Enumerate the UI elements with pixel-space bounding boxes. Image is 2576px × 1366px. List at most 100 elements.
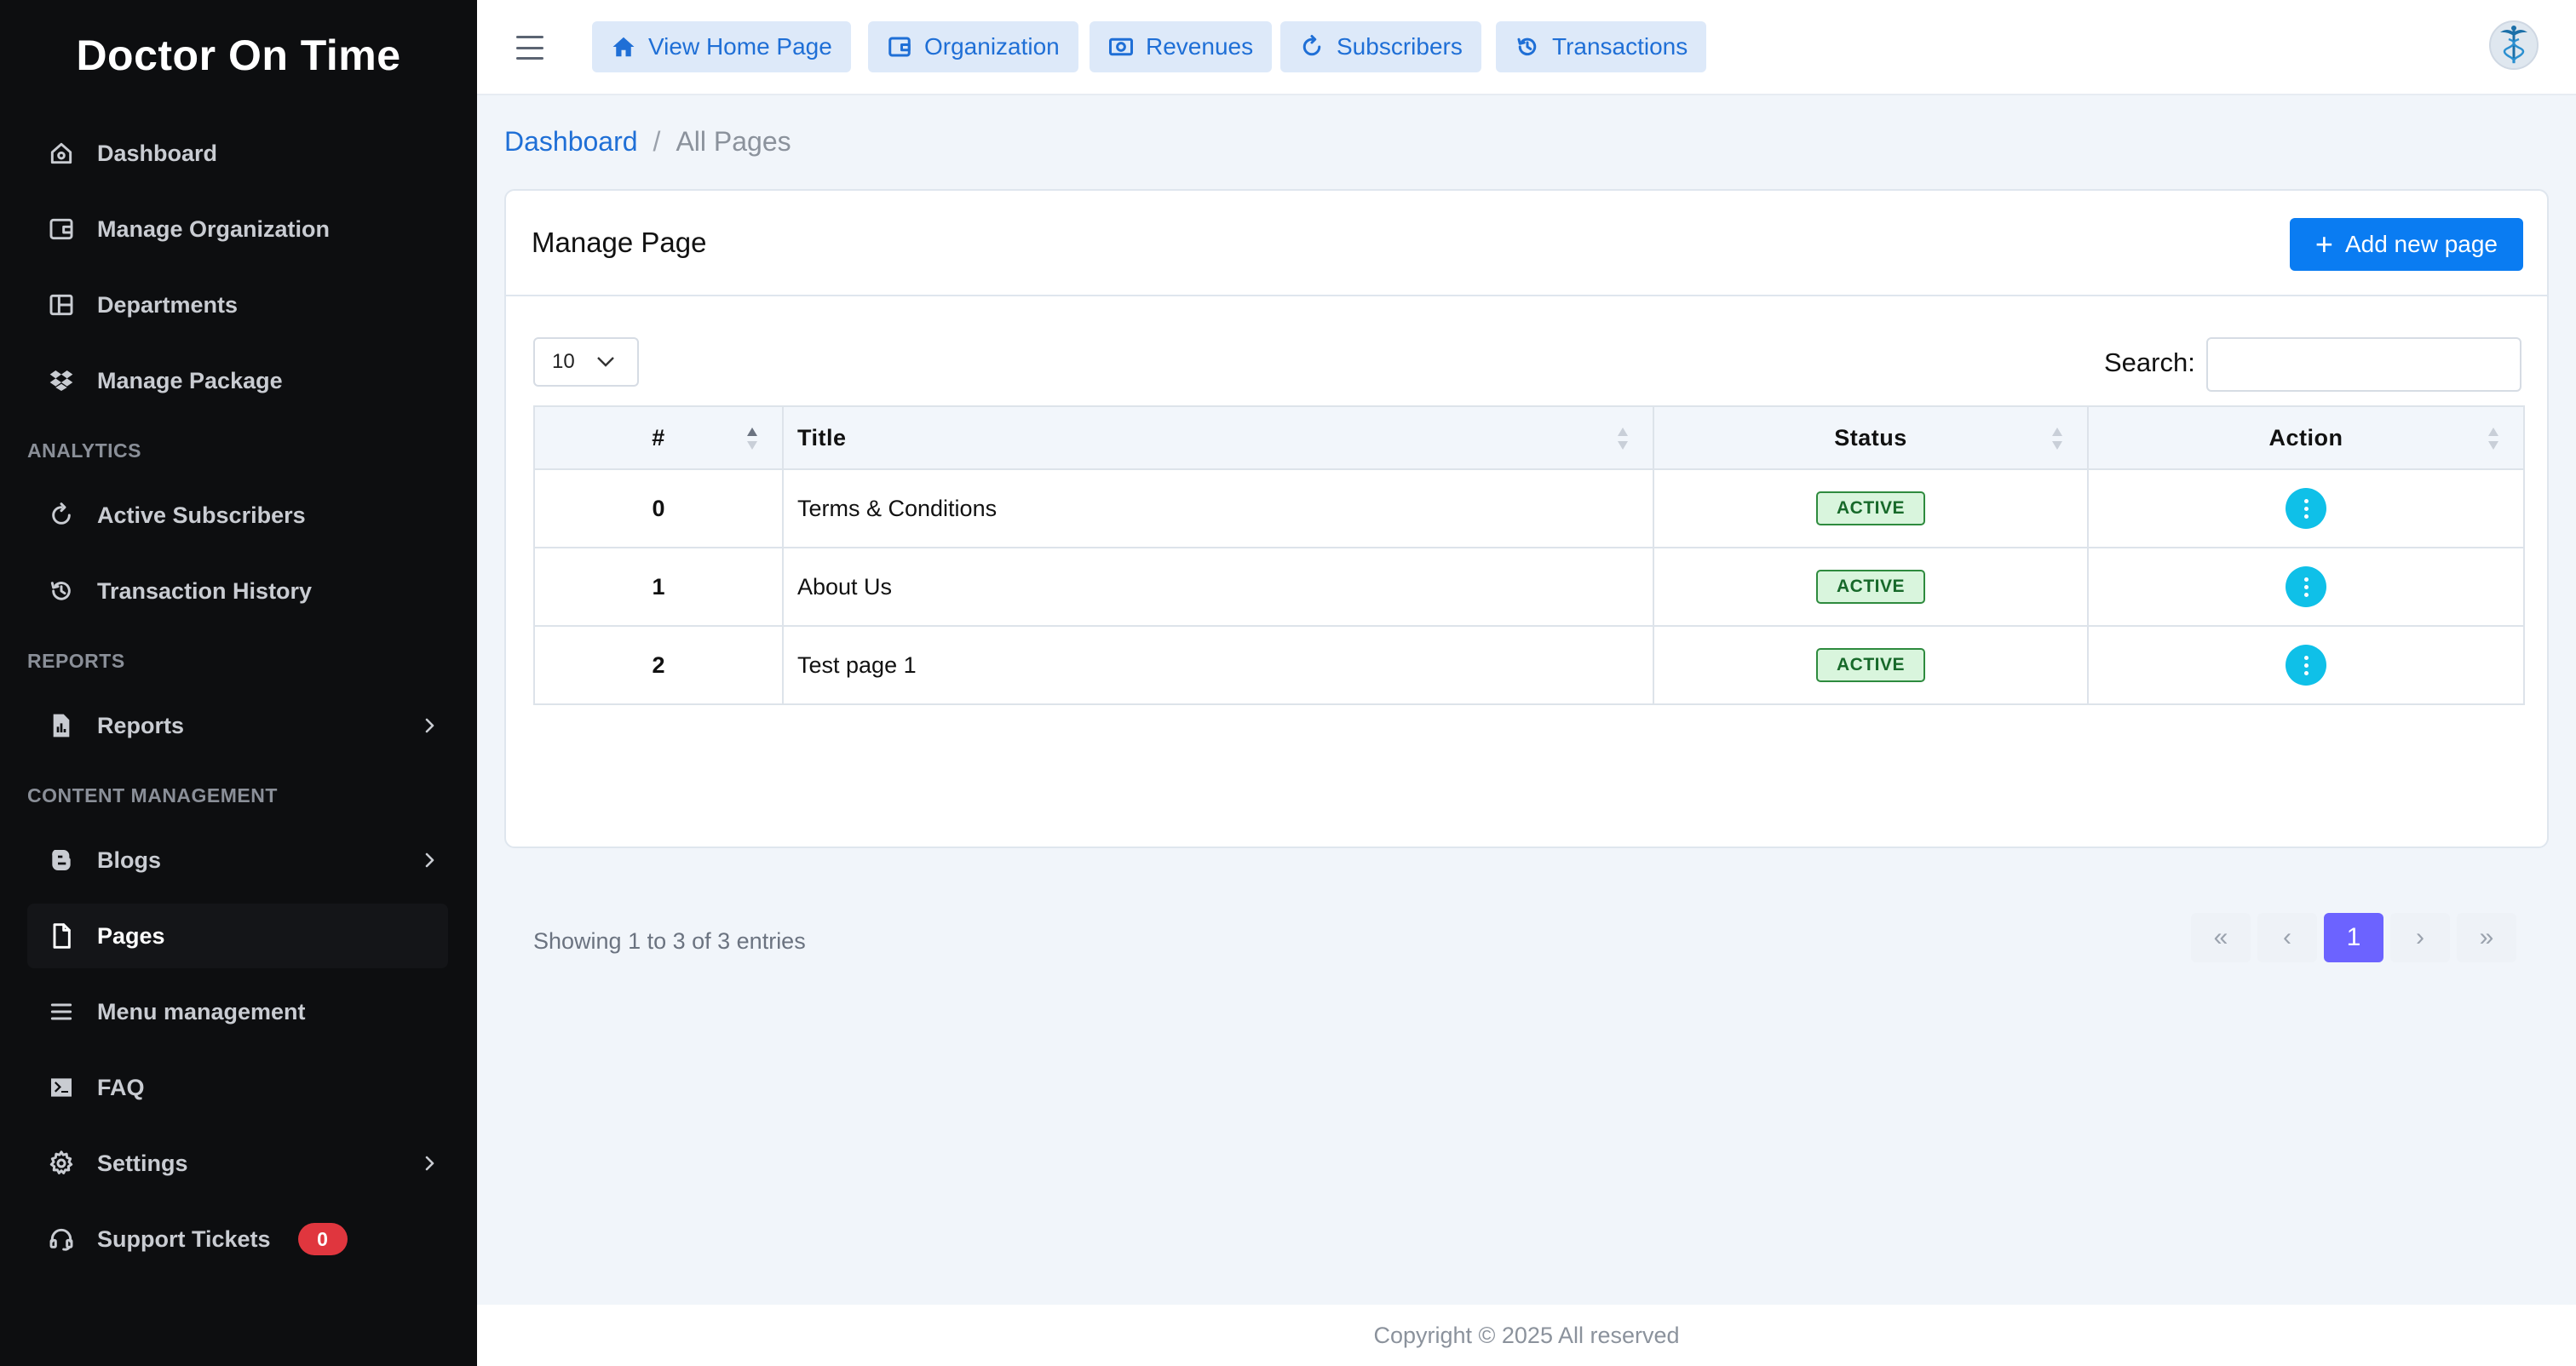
- gear-icon: [27, 1150, 97, 1177]
- column-header-title[interactable]: Title: [782, 405, 1654, 470]
- footer-copyright: Copyright © 2025 All reserved: [477, 1305, 2576, 1366]
- refresh-icon: [27, 502, 97, 529]
- more-options-icon[interactable]: [2286, 645, 2326, 686]
- sidebar: Doctor On Time Dashboard Manage Organiza…: [0, 0, 477, 1366]
- blogger-icon: [27, 847, 97, 874]
- history-icon: [27, 577, 97, 605]
- sidebar-item-label: Manage Organization: [97, 215, 331, 242]
- page-length-value: 10: [552, 350, 575, 373]
- sidebar-item-label: Menu management: [97, 998, 306, 1024]
- sidebar-item-reports[interactable]: Reports: [27, 693, 448, 758]
- row-status-cell: ACTIVE: [1653, 468, 2089, 548]
- sidebar-item-manage-package[interactable]: Manage Package: [27, 348, 448, 413]
- sort-icon: [1617, 426, 1629, 451]
- table-row: 0 Terms & Conditions ACTIVE: [533, 468, 2525, 548]
- subscribers-button[interactable]: Subscribers: [1280, 21, 1481, 72]
- pagination: « ‹ 1 › »: [2191, 913, 2516, 962]
- dropbox-icon: [27, 367, 97, 394]
- row-number: 2: [533, 625, 784, 705]
- status-badge: ACTIVE: [1815, 570, 1925, 604]
- table-row: 2 Test page 1 ACTIVE: [533, 625, 2525, 705]
- revenues-button[interactable]: Revenues: [1090, 21, 1273, 72]
- card-header: Manage Page + Add new page: [506, 191, 2547, 296]
- sidebar-item-label: Settings: [97, 1150, 188, 1176]
- sidebar-item-menu-management[interactable]: Menu management: [27, 979, 448, 1044]
- topbar: View Home Page Organization Revenues Sub…: [477, 0, 2576, 95]
- row-action-cell: [2087, 468, 2525, 548]
- column-header-number[interactable]: #: [533, 405, 784, 470]
- search-label: Search:: [2104, 347, 2195, 377]
- sidebar-item-support-tickets[interactable]: Support Tickets 0: [27, 1207, 448, 1271]
- plus-icon: +: [2314, 227, 2333, 261]
- sidebar-item-departments[interactable]: Departments: [27, 273, 448, 337]
- row-action-cell: [2087, 625, 2525, 705]
- column-header-label: Status: [1834, 424, 1907, 451]
- table-row: 1 About Us ACTIVE: [533, 547, 2525, 627]
- transactions-label: Transactions: [1552, 33, 1688, 60]
- chevron-right-icon: [411, 850, 448, 870]
- more-options-icon[interactable]: [2286, 566, 2326, 607]
- organization-button[interactable]: Organization: [868, 21, 1078, 72]
- money-icon: [1109, 37, 1133, 56]
- sort-asc-icon: [746, 426, 758, 451]
- row-number: 0: [533, 468, 784, 548]
- page-title: Manage Page: [532, 227, 707, 258]
- wallet-icon: [27, 215, 97, 243]
- report-file-icon: [27, 712, 97, 739]
- subscribers-label: Subscribers: [1337, 33, 1463, 60]
- sidebar-item-label: Dashboard: [97, 140, 218, 166]
- breadcrumb-dashboard-link[interactable]: Dashboard: [504, 126, 638, 158]
- status-badge: ACTIVE: [1815, 648, 1925, 682]
- organization-label: Organization: [924, 33, 1060, 60]
- page-1-button[interactable]: 1: [2324, 913, 2383, 962]
- view-home-page-button[interactable]: View Home Page: [592, 21, 851, 72]
- next-page-button[interactable]: ›: [2390, 913, 2450, 962]
- sidebar-item-label: Pages: [97, 922, 165, 949]
- row-title: Terms & Conditions: [782, 468, 1654, 548]
- brand-title: Doctor On Time: [76, 32, 401, 79]
- chevron-down-icon: [597, 357, 614, 367]
- sidebar-item-label: Departments: [97, 291, 239, 318]
- sidebar-item-pages[interactable]: Pages: [27, 904, 448, 968]
- headset-icon: [27, 1225, 97, 1253]
- add-new-page-label: Add new page: [2344, 231, 2498, 257]
- breadcrumb-separator: /: [653, 126, 661, 157]
- pages-table: # Title Status Action 0 Terms & Conditio…: [533, 405, 2525, 705]
- refresh-icon: [1302, 35, 1321, 56]
- column-header-status[interactable]: Status: [1653, 405, 2089, 470]
- transactions-button[interactable]: Transactions: [1496, 21, 1707, 72]
- first-page-button[interactable]: «: [2191, 913, 2251, 962]
- status-badge: ACTIVE: [1815, 491, 1925, 525]
- section-reports: REPORTS: [27, 650, 125, 672]
- terminal-icon: [27, 1074, 97, 1101]
- previous-page-button[interactable]: ‹: [2257, 913, 2317, 962]
- section-content-management: CONTENT MANAGEMENT: [27, 784, 278, 806]
- sidebar-item-settings[interactable]: Settings: [27, 1131, 448, 1196]
- column-header-action[interactable]: Action: [2087, 405, 2525, 470]
- sidebar-item-manage-organization[interactable]: Manage Organization: [27, 197, 448, 261]
- hamburger-menu-icon[interactable]: [516, 32, 543, 63]
- sidebar-item-label: Transaction History: [97, 577, 313, 604]
- add-new-page-button[interactable]: + Add new page: [2289, 218, 2523, 271]
- more-options-icon[interactable]: [2286, 488, 2326, 529]
- revenues-label: Revenues: [1146, 33, 1254, 60]
- sidebar-item-label: Manage Package: [97, 367, 283, 393]
- page-length-select[interactable]: 10: [533, 337, 639, 387]
- sidebar-item-dashboard[interactable]: Dashboard: [27, 121, 448, 186]
- sidebar-item-blogs[interactable]: Blogs: [27, 828, 448, 892]
- section-analytics: ANALYTICS: [27, 439, 141, 462]
- menu-icon: [27, 998, 97, 1025]
- last-page-button[interactable]: »: [2457, 913, 2516, 962]
- sidebar-item-transaction-history[interactable]: Transaction History: [27, 559, 448, 623]
- row-action-cell: [2087, 547, 2525, 627]
- caduceus-icon: [2500, 26, 2527, 64]
- sidebar-item-label: Active Subscribers: [97, 502, 306, 528]
- sidebar-item-faq[interactable]: FAQ: [27, 1055, 448, 1120]
- breadcrumb-current: All Pages: [676, 126, 791, 157]
- search-input[interactable]: [2206, 337, 2521, 392]
- sidebar-item-label: Support Tickets: [97, 1225, 271, 1252]
- sidebar-item-label: Blogs: [97, 847, 162, 873]
- avatar[interactable]: [2489, 20, 2539, 70]
- column-header-label: #: [652, 424, 665, 451]
- sidebar-item-active-subscribers[interactable]: Active Subscribers: [27, 483, 448, 548]
